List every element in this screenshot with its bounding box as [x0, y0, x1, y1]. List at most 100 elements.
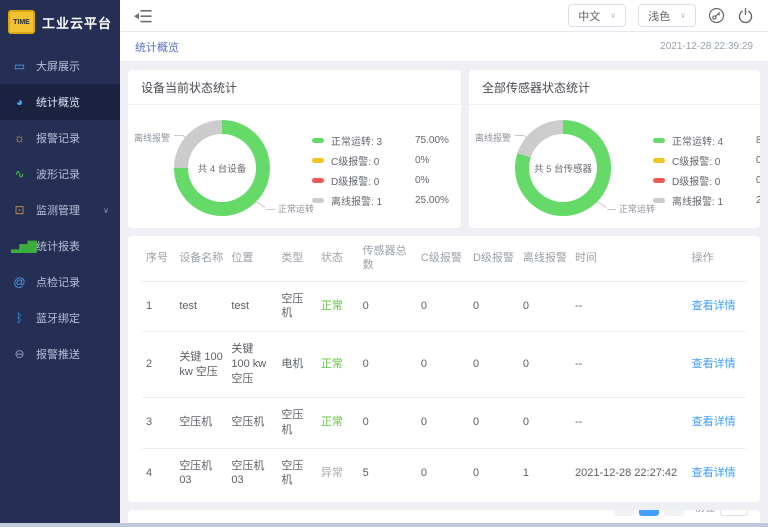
- note-text: ②通过统计概览页面，可以查看当前总体设备及传感器的运行情况，以及所有设备的列表（…: [142, 518, 746, 523]
- callout-normal: 正常运转: [278, 202, 314, 215]
- table-cell: 空压机: [277, 397, 317, 448]
- power-logout-icon[interactable]: [737, 7, 754, 24]
- sidebar-item-label: 蓝牙绑定: [36, 310, 80, 326]
- table-cell: 查看详情: [688, 448, 746, 498]
- legend-row: 离线报警: 125.00%: [312, 190, 455, 210]
- legend-label: 离线报警: 1: [331, 193, 405, 208]
- table-cell: 0: [519, 397, 571, 448]
- chevron-down-icon: ∨: [103, 206, 109, 215]
- sidebar-item-monitor-manage[interactable]: ⊡ 监测管理 ∨: [0, 192, 120, 228]
- view-details-link[interactable]: 查看详情: [692, 467, 736, 479]
- table-row: 4空压机03空压机03空压机异常50012021-12-28 22:27:42查…: [142, 448, 746, 498]
- sidebar-item-stats-report[interactable]: ▂▅▇ 统计报表: [0, 228, 120, 264]
- sidebar-item-label: 波形记录: [36, 166, 80, 182]
- table-cell: 电机: [277, 332, 317, 398]
- sidebar-item-big-screen[interactable]: ▭ 大屏展示: [0, 48, 120, 84]
- table-cell: 5: [359, 448, 417, 498]
- table-cell: 空压机03: [175, 448, 227, 498]
- page-1-button[interactable]: 1: [639, 510, 659, 516]
- table-cell: 关键 100 kw 空压: [227, 332, 277, 398]
- table-cell: 正常: [317, 281, 359, 332]
- column-header: 类型: [277, 236, 317, 281]
- column-header: 位置: [227, 236, 277, 281]
- view-details-link[interactable]: 查看详情: [692, 358, 736, 370]
- view-details-link[interactable]: 查看详情: [692, 300, 736, 312]
- breadcrumb[interactable]: 统计概览: [135, 39, 179, 55]
- password-key-icon[interactable]: [708, 7, 725, 24]
- next-page-button[interactable]: >: [664, 510, 684, 516]
- pagination: < 1 > 前往: [614, 510, 748, 516]
- sidebar-item-stats-overview[interactable]: ◕统计概览: [0, 84, 120, 120]
- card-title: 设备当前状态统计: [128, 70, 461, 105]
- donut-center-label: 共 4 台设备: [188, 134, 256, 202]
- column-header: C级报警: [417, 236, 469, 281]
- callout-line: [256, 201, 266, 208]
- logo-icon: TIME: [8, 10, 35, 34]
- legend-percent: 0%: [415, 155, 429, 166]
- table-cell: 0: [519, 281, 571, 332]
- legend-row: C级报警: 0 0%: [312, 150, 455, 170]
- topbar: 中文 ∨ 浅色 ∨: [120, 0, 768, 32]
- callout-offline: 离线报警: [134, 131, 170, 144]
- legend-percent: 20.00%: [756, 195, 760, 206]
- sensor-status-card: 全部传感器状态统计 离线报警 共 5 台传感器 正常运转: [469, 70, 760, 228]
- sidebar-item-label: 监测管理: [36, 202, 80, 218]
- breadcrumb-bar: 统计概览 2021-12-28 22:39:29: [120, 32, 768, 62]
- push-icon: ⊖: [11, 348, 27, 360]
- table-cell: 0: [359, 397, 417, 448]
- table-cell: 1: [142, 281, 175, 332]
- device-donut-chart: 离线报警 共 4 台设备 正常运转: [130, 107, 312, 228]
- bar-chart-icon: ▂▅▇: [11, 240, 27, 252]
- legend-row: D级报警: 00%: [653, 170, 754, 190]
- app-title: 工业云平台: [42, 13, 112, 32]
- monitor-manage-icon: ⊡: [11, 204, 27, 216]
- sensor-donut-chart: 离线报警 共 5 台传感器 正常运转: [471, 107, 653, 228]
- sidebar-item-label: 大屏展示: [36, 58, 80, 74]
- sidebar-item-bluetooth-bind[interactable]: ᛒ 蓝牙绑定: [0, 300, 120, 336]
- column-header: 传感器总数: [359, 236, 417, 281]
- sidebar-item-alarm-push[interactable]: ⊖ 报警推送: [0, 336, 120, 372]
- table-row: 2关键 100 kw 空压关键 100 kw 空压电机正常0000--查看详情: [142, 332, 746, 398]
- language-select[interactable]: 中文 ∨: [568, 4, 626, 27]
- prev-page-button[interactable]: <: [614, 510, 634, 516]
- sidebar-item-label: 报警推送: [36, 346, 80, 362]
- table-cell: 0: [417, 332, 469, 398]
- theme-select[interactable]: 浅色 ∨: [638, 4, 696, 27]
- chart-legend: 正常运转: 480.00%C级报警: 00%D级报警: 00%离线报警: 120…: [653, 126, 754, 210]
- legend-percent: 0%: [415, 175, 429, 186]
- sidebar-item-waveform-records[interactable]: ∿波形记录: [0, 156, 120, 192]
- pie-chart-icon: ◕: [11, 96, 27, 108]
- table-cell: --: [571, 397, 688, 448]
- column-header: 操作: [688, 236, 746, 281]
- bluetooth-icon: ᛒ: [11, 312, 27, 324]
- table-cell: 空压机: [277, 448, 317, 498]
- donut-center-label: 共 5 台传感器: [529, 134, 597, 202]
- goto-page-input[interactable]: [720, 510, 748, 516]
- table-row: 3空压机空压机空压机正常0000--查看详情: [142, 397, 746, 448]
- legend-marker: [653, 178, 665, 183]
- sidebar-item-label: 统计报表: [36, 238, 80, 254]
- legend-marker: [312, 158, 324, 163]
- main-area: 中文 ∨ 浅色 ∨ 统计概览 2021-12-28 22:39:29: [120, 0, 768, 523]
- chevron-down-icon: ∨: [610, 11, 616, 20]
- collapse-menu-icon[interactable]: [134, 9, 152, 23]
- table-cell: 2021-12-28 22:27:42: [571, 448, 688, 498]
- sidebar-item-inspection[interactable]: @点检记录: [0, 264, 120, 300]
- table-cell: 0: [417, 448, 469, 498]
- legend-label: D级报警: 0: [331, 173, 405, 188]
- content: 设备当前状态统计 离线报警 共 4 台设备 正常运转: [120, 62, 768, 523]
- table-cell: 关键 100 kw 空压: [175, 332, 227, 398]
- view-details-link[interactable]: 查看详情: [692, 416, 736, 428]
- column-header: 状态: [317, 236, 359, 281]
- table-cell: 0: [519, 332, 571, 398]
- table-cell: 查看详情: [688, 281, 746, 332]
- table-cell: 空压机: [175, 397, 227, 448]
- legend-label: C级报警: 0: [331, 153, 405, 168]
- legend-label: D级报警: 0: [672, 173, 746, 188]
- monitor-icon: ▭: [11, 60, 27, 72]
- table-cell: --: [571, 332, 688, 398]
- legend-percent: 0%: [756, 155, 760, 166]
- sidebar-item-alarm-records[interactable]: ☼报警记录: [0, 120, 120, 156]
- legend-label: 正常运转: 4: [672, 133, 746, 148]
- table-cell: 正常: [317, 332, 359, 398]
